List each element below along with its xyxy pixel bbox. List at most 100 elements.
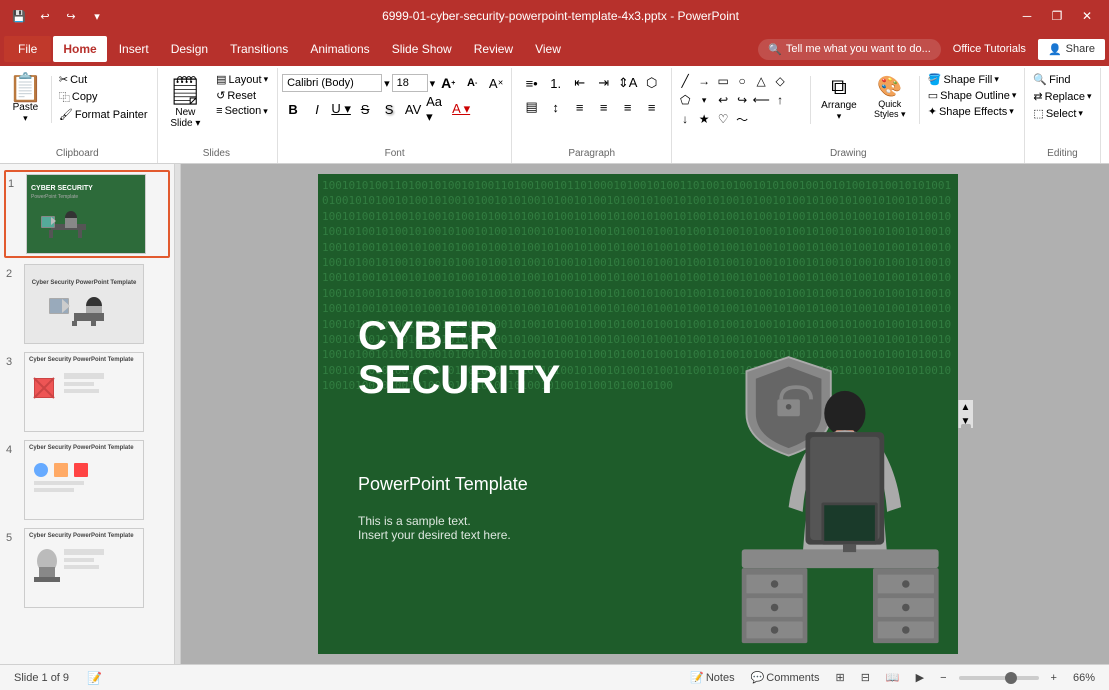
shape-circle-btn[interactable]: ○ <box>733 72 751 90</box>
columns-button[interactable]: ▤ <box>521 96 543 118</box>
italic-button[interactable]: I <box>306 98 328 120</box>
shape-star-btn[interactable]: ★ <box>695 110 713 128</box>
replace-button[interactable]: ⇄ Replace ▾ <box>1029 89 1095 104</box>
zoom-slider[interactable] <box>959 676 1039 680</box>
zoom-out-button[interactable]: − <box>936 670 950 686</box>
slide-panel[interactable]: 1 CYBER SECURITY PowerPoint Template <box>0 164 175 664</box>
select-button[interactable]: ⬚ Select ▾ <box>1029 106 1087 121</box>
undo-button[interactable]: ↩ <box>34 5 56 27</box>
slide-sorter-button[interactable]: ⊟ <box>857 669 874 686</box>
slide-thumb-2[interactable]: 2 Cyber Security PowerPoint Template <box>4 262 170 346</box>
decrease-indent-button[interactable]: ⇤ <box>569 72 591 94</box>
shape-more-btn[interactable]: ▾ <box>695 91 713 109</box>
section-button[interactable]: ≡ Section ▾ <box>213 104 271 118</box>
customize-quick-access-button[interactable]: ▾ <box>86 5 108 27</box>
slide-thumb-4[interactable]: 4 Cyber Security PowerPoint Template <box>4 438 170 522</box>
grow-font-button[interactable]: A+ <box>437 72 459 94</box>
font-color-button[interactable]: A ▾ <box>450 98 472 120</box>
shape-fill-button[interactable]: 🪣 Shape Fill ▾ <box>924 72 1021 87</box>
find-button[interactable]: 🔍 Find <box>1029 72 1074 87</box>
shape-down-arrow-btn[interactable]: ↓ <box>676 110 694 128</box>
slide-title[interactable]: CYBER SECURITY <box>358 314 560 402</box>
shape-line-btn[interactable]: ╱ <box>676 72 694 90</box>
minimize-button[interactable]: ─ <box>1013 6 1041 26</box>
slide-thumb-5[interactable]: 5 Cyber Security PowerPoint Template <box>4 526 170 610</box>
zoom-level[interactable]: 66% <box>1069 670 1099 686</box>
cut-button[interactable]: ✂ Cut <box>56 72 151 87</box>
align-right-button[interactable]: ≡ <box>617 96 639 118</box>
layout-button[interactable]: ▤ Layout ▾ <box>213 72 271 87</box>
shape-arrow-btn[interactable]: → <box>695 72 713 90</box>
reading-view-button[interactable]: 📖 <box>882 669 904 686</box>
char-spacing-button[interactable]: AV <box>402 98 424 120</box>
quick-styles-button[interactable]: 🎨 Quick Styles ▾ <box>865 72 915 128</box>
save-button[interactable]: 💾 <box>8 5 30 27</box>
shape-up-arrow-btn[interactable]: ↑ <box>771 91 789 109</box>
paste-button[interactable]: 📋 Paste ▾ <box>4 72 47 127</box>
shape-diamond-btn[interactable]: ◇ <box>771 72 789 90</box>
slide-description[interactable]: This is a sample text. Insert your desir… <box>358 514 511 542</box>
slide-thumb-3[interactable]: 3 Cyber Security PowerPoint Template <box>4 350 170 434</box>
share-button[interactable]: 👤 Share <box>1038 39 1105 60</box>
menu-home[interactable]: Home <box>53 36 106 62</box>
strikethrough-button[interactable]: S <box>354 98 376 120</box>
font-name-input[interactable] <box>282 74 382 92</box>
slide-subtitle[interactable]: PowerPoint Template <box>358 474 528 495</box>
zoom-slider-thumb[interactable] <box>1005 672 1017 684</box>
shape-heart-btn[interactable]: ♡ <box>714 110 732 128</box>
text-direction-button[interactable]: ⇕A <box>617 72 639 94</box>
shrink-font-button[interactable]: A- <box>461 72 483 94</box>
font-size-input[interactable] <box>392 74 428 92</box>
tell-me-input[interactable]: 🔍 Tell me what you want to do... <box>758 39 941 60</box>
menu-design[interactable]: Design <box>161 36 218 62</box>
justify-button[interactable]: ≡ <box>641 96 663 118</box>
align-center-button[interactable]: ≡ <box>593 96 615 118</box>
menu-animations[interactable]: Animations <box>300 36 379 62</box>
menu-file[interactable]: File <box>4 36 51 62</box>
shape-forward-arrow-btn[interactable]: ↪ <box>733 91 751 109</box>
shape-wave-btn[interactable]: 〜 <box>733 110 751 128</box>
numbered-list-button[interactable]: 1. <box>545 72 567 94</box>
shape-rect-btn[interactable]: ▭ <box>714 72 732 90</box>
scroll-up-button[interactable]: ▲ <box>959 400 973 414</box>
close-button[interactable]: ✕ <box>1073 6 1101 26</box>
new-slide-button[interactable]: 🗒 New Slide ▾ <box>162 72 210 131</box>
menu-transitions[interactable]: Transitions <box>220 36 298 62</box>
shape-effects-button[interactable]: ✦ Shape Effects ▾ <box>924 104 1021 119</box>
shape-pentagon-btn[interactable]: ⬠ <box>676 91 694 109</box>
menu-slideshow[interactable]: Slide Show <box>382 36 462 62</box>
shape-double-arrow-btn[interactable]: ⟵ <box>752 91 770 109</box>
menu-review[interactable]: Review <box>464 36 523 62</box>
restore-button[interactable]: ❐ <box>1043 6 1071 26</box>
slide-view-scrollbar[interactable]: ▲ ▼ <box>958 400 972 428</box>
slide-canvas[interactable]: 1001010100110100101001010011010010010110… <box>318 174 958 654</box>
increase-indent-button[interactable]: ⇥ <box>593 72 615 94</box>
redo-button[interactable]: ↪ <box>60 5 82 27</box>
normal-view-button[interactable]: ⊞ <box>831 669 848 686</box>
clear-formatting-button[interactable]: A✕ <box>485 72 507 94</box>
shape-triangle-btn[interactable]: △ <box>752 72 770 90</box>
slide-notes-icon[interactable]: 📝 <box>83 669 106 687</box>
shape-back-arrow-btn[interactable]: ↩ <box>714 91 732 109</box>
align-left-button[interactable]: ≡ <box>569 96 591 118</box>
copy-button[interactable]: ⿻ Copy <box>56 88 151 106</box>
slide-thumb-1[interactable]: 1 CYBER SECURITY PowerPoint Template <box>4 170 170 258</box>
convert-smartart-button[interactable]: ⬡ <box>641 72 663 94</box>
reset-button[interactable]: ↺ Reset <box>213 88 271 103</box>
bullets-button[interactable]: ≡• <box>521 72 543 94</box>
line-spacing-button[interactable]: ↕ <box>545 96 567 118</box>
menu-insert[interactable]: Insert <box>109 36 159 62</box>
notes-button[interactable]: 📝 Notes <box>686 669 738 686</box>
slideshow-button[interactable]: ▶ <box>912 669 928 686</box>
shape-outline-button[interactable]: ▭ Shape Outline ▾ <box>924 88 1021 103</box>
comments-button[interactable]: 💬 Comments <box>747 669 824 686</box>
menu-view[interactable]: View <box>525 36 571 62</box>
arrange-button[interactable]: ⧉ Arrange ▾ <box>815 72 863 128</box>
office-tutorials-link[interactable]: Office Tutorials <box>945 39 1034 59</box>
format-painter-button[interactable]: 🖌 Format Painter <box>56 107 151 122</box>
change-case-button[interactable]: Aa ▾ <box>426 98 448 120</box>
shadow-button[interactable]: S <box>378 98 400 120</box>
bold-button[interactable]: B <box>282 98 304 120</box>
scroll-thumb[interactable] <box>961 424 971 484</box>
zoom-in-button[interactable]: + <box>1047 670 1061 686</box>
